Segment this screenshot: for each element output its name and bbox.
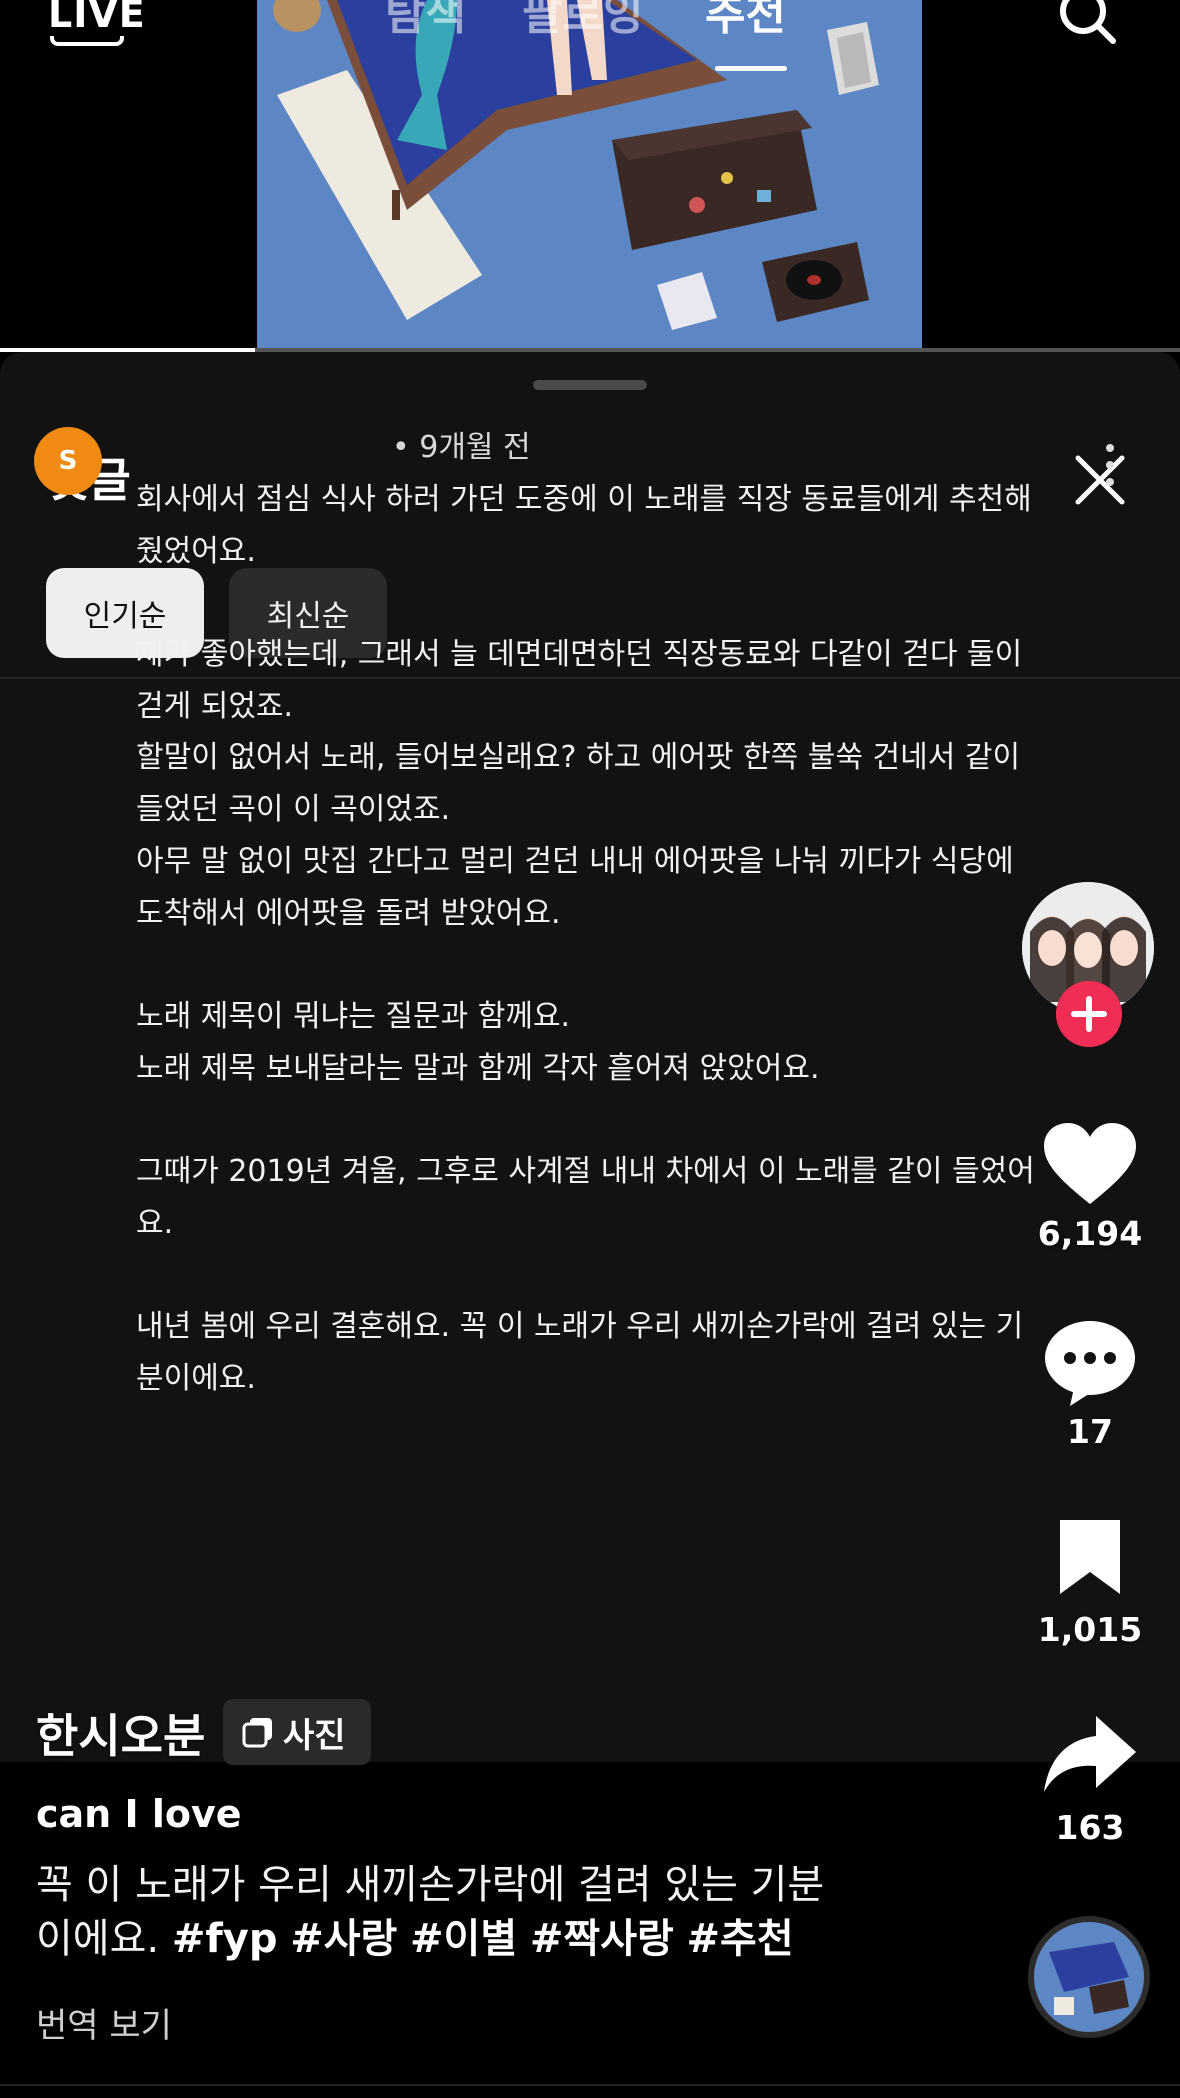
hashtag[interactable]: #fyp [172, 1916, 278, 1962]
tab-explore[interactable]: 탐색 [385, 0, 466, 42]
music-cover-thumbnail [1034, 1922, 1144, 2032]
share-icon[interactable] [1040, 1712, 1140, 1798]
comment-count: 17 [1067, 1412, 1113, 1451]
comment-line: 요. [136, 1205, 174, 1241]
photo-badge-label: 사진 [283, 1715, 346, 1756]
commenter-avatar[interactable]: S [34, 427, 102, 495]
bookmark-icon[interactable] [1040, 1520, 1140, 1594]
active-tab-indicator [715, 66, 787, 71]
caption-text-end: 이에요. [36, 1916, 160, 1962]
comment-line: 걷게 되었죠. [136, 688, 294, 724]
comment-line [136, 1249, 1096, 1301]
tab-for-you[interactable]: 추천 [705, 0, 786, 42]
comment-line: 회사에서 점심 식사 하러 가던 도중에 이 노래를 직장 동료들에게 추천해 [136, 482, 1032, 517]
live-tv-icon [50, 36, 124, 46]
comment-line: 그때가 2019년 겨울, 그후로 사계절 내내 차에서 이 노래를 같이 들었… [136, 1153, 1035, 1189]
comment-line: 노래 제목 보내달라는 말과 함께 각자 흩어져 앉았어요. [136, 1050, 820, 1086]
music-disc[interactable] [1028, 1916, 1150, 2038]
search-icon[interactable] [1058, 0, 1118, 46]
comment-line: 내년 봄에 우리 결혼해요. 꼭 이 노래가 우리 새끼손가락에 걸려 있는 기 [136, 1309, 1024, 1344]
author-name[interactable]: 한시오분 [36, 1700, 205, 1766]
comment-line: 아무 말 없이 맛집 간다고 멀리 걷던 내내 에어팟을 나눠 끼다가 식당에 [136, 843, 1014, 879]
comment-text: 회사에서 점심 식사 하러 가던 도중에 이 노래를 직장 동료들에게 추천해 … [136, 474, 1096, 1404]
hashtag[interactable]: #짝사랑 [530, 1916, 674, 1962]
comment-line: 들었던 곡이 이 곡이었죠. [136, 792, 451, 828]
drag-handle[interactable] [533, 380, 647, 390]
comment-line [136, 577, 1096, 629]
share-count: 163 [1055, 1808, 1125, 1847]
comment-line: 분이에요. [136, 1360, 256, 1396]
artwork-image [257, 0, 922, 352]
photo-badge[interactable]: 사진 [223, 1699, 371, 1765]
hashtag[interactable]: #이별 [410, 1916, 517, 1962]
song-title[interactable]: can I love [36, 1792, 242, 1836]
comment-line: 줬었어요. [136, 533, 256, 569]
comment-line [136, 939, 1096, 991]
live-button[interactable]: LIVE [48, 0, 146, 36]
caption-line: 꼭 이 노래가 우리 새끼손가락에 걸려 있는 기분 [36, 1862, 825, 1908]
more-options-icon[interactable] [1100, 440, 1120, 490]
photo-icon [242, 1718, 272, 1748]
hashtag[interactable]: #추천 [687, 1916, 794, 1962]
hashtag[interactable]: #사랑 [290, 1916, 397, 1962]
comment-line: 제가 좋아했는데, 그래서 늘 데면데면하던 직장동료와 다같이 걷다 둘이 [136, 637, 1023, 673]
caption: 꼭 이 노래가 우리 새끼손가락에 걸려 있는 기분 이에요. #fyp #사랑… [36, 1858, 896, 1966]
tab-following[interactable]: 팔로잉 [522, 0, 643, 42]
bookmark-count: 1,015 [1037, 1610, 1143, 1649]
follow-plus-icon[interactable] [1056, 981, 1122, 1047]
comment-line [136, 1094, 1096, 1146]
comment-timestamp: • 9개월 전 [392, 430, 531, 465]
video-preview[interactable]: LIVE 탐색 팔로잉 추천 [0, 0, 1180, 352]
translate-link[interactable]: 번역 보기 [36, 1998, 172, 2047]
comment-icon[interactable] [1040, 1316, 1140, 1408]
bottom-divider [0, 2084, 1180, 2086]
caption-line: 이에요. #fyp #사랑 #이별 #짝사랑 #추천 [36, 1912, 896, 1966]
comment-line: 할말이 없어서 노래, 들어보실래요? 하고 에어팟 한쪽 불쑥 건네서 같이 [136, 740, 1021, 776]
comment-line: 노래 제목이 뭐냐는 질문과 함께요. [136, 998, 571, 1034]
heart-icon[interactable] [1040, 1120, 1140, 1210]
comment-line: 도착해서 에어팟을 돌려 받았어요. [136, 895, 561, 931]
like-count: 6,194 [1037, 1214, 1143, 1253]
